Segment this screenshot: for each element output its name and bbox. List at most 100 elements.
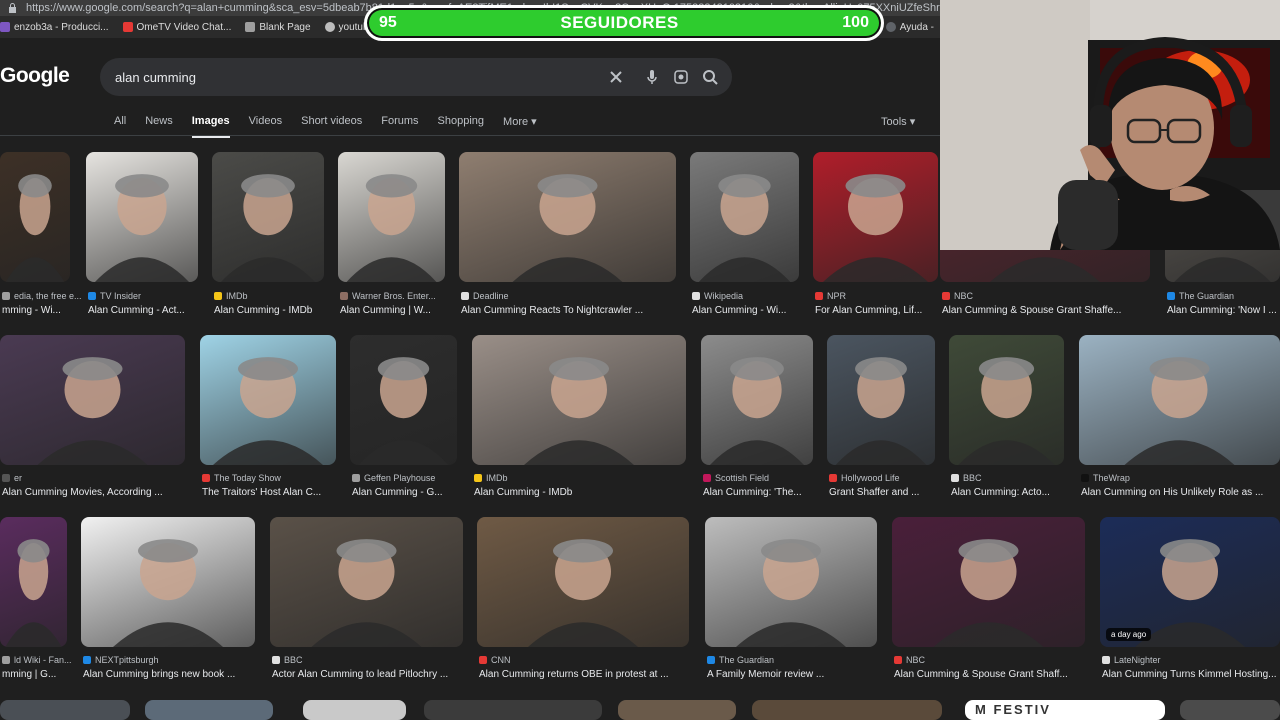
result-thumbnail[interactable] (477, 517, 689, 647)
result-thumbnail[interactable] (752, 700, 942, 720)
result-source[interactable]: Geffen Playhouse (352, 473, 435, 483)
result-source[interactable]: er (2, 473, 22, 483)
microphone-icon[interactable] (643, 68, 661, 86)
result-source-label: Scottish Field (715, 473, 770, 483)
result-title[interactable]: Alan Cumming Movies, According ... (2, 487, 201, 498)
bookmark-item[interactable]: enzob3a - Producci... (0, 22, 109, 33)
result-title[interactable]: The Traitors' Host Alan C... (202, 487, 352, 498)
result-source[interactable]: edia, the free e... (2, 291, 82, 301)
bookmark-item[interactable]: OmeTV Video Chat... (122, 22, 231, 33)
result-thumbnail[interactable] (200, 335, 336, 465)
result-source-label: BBC (963, 473, 982, 483)
result-title[interactable]: Alan Cumming: Acto... (951, 487, 1080, 498)
result-source[interactable]: LateNighter (1102, 655, 1161, 665)
result-title[interactable]: Alan Cumming on His Unlikely Role as ... (1081, 487, 1280, 498)
result-title[interactable]: Alan Cumming - Wi... (692, 305, 815, 316)
result-thumbnail[interactable] (949, 335, 1064, 465)
result-source[interactable]: NBC (894, 655, 925, 665)
result-thumbnail[interactable] (145, 700, 273, 720)
bookmark-item[interactable]: Blank Page (245, 22, 311, 33)
result-thumbnail[interactable] (701, 335, 813, 465)
result-thumbnail[interactable] (86, 152, 198, 282)
result-title[interactable]: Alan Cumming: 'Now I ... (1167, 305, 1280, 316)
lens-icon[interactable] (672, 68, 690, 86)
result-source[interactable]: Deadline (461, 291, 509, 301)
result-title[interactable]: Actor Alan Cumming to lead Pitlochry ... (272, 669, 479, 680)
result-title[interactable]: Alan Cumming Reacts To Nightcrawler ... (461, 305, 692, 316)
result-thumbnail[interactable] (618, 700, 736, 720)
result-thumbnail[interactable] (0, 152, 70, 282)
result-thumbnail[interactable] (813, 152, 938, 282)
clear-icon[interactable] (607, 68, 625, 86)
result-source[interactable]: The Guardian (707, 655, 774, 665)
result-title[interactable]: mming | G... (2, 669, 83, 680)
bookmark-item[interactable]: Ayuda - (885, 22, 934, 33)
result-title[interactable]: Alan Cumming Turns Kimmel Hosting... (1102, 669, 1280, 680)
result-source[interactable]: BBC (272, 655, 303, 665)
result-thumbnail[interactable] (212, 152, 324, 282)
followers-goal-bar: 95 SEGUIDORES 100 (364, 5, 884, 41)
result-thumbnail[interactable] (303, 700, 406, 720)
result-thumbnail[interactable] (472, 335, 686, 465)
result-source[interactable]: The Today Show (202, 473, 281, 483)
result-title[interactable]: Alan Cumming & Spouse Grant Shaffe... (942, 305, 1166, 316)
result-thumbnail[interactable]: M FESTIV (965, 700, 1165, 720)
result-source[interactable]: ld Wiki - Fan... (2, 655, 72, 665)
result-source-label: Geffen Playhouse (364, 473, 436, 483)
tools-button[interactable]: Tools ▾ (881, 115, 915, 128)
search-box[interactable] (100, 58, 732, 96)
result-source[interactable]: TV Insider (88, 291, 141, 301)
result-source[interactable]: NEXTpittsburgh (83, 655, 159, 665)
result-thumbnail[interactable] (424, 700, 602, 720)
result-title[interactable]: mming - Wi... (2, 305, 86, 316)
search-icon[interactable] (701, 68, 719, 86)
person-photo-icon (346, 174, 437, 282)
search-input[interactable] (115, 69, 595, 85)
result-title[interactable]: Alan Cumming returns OBE in protest at .… (479, 669, 705, 680)
result-title[interactable]: Alan Cumming brings new book ... (83, 669, 271, 680)
result-thumbnail[interactable] (0, 517, 67, 647)
result-thumbnail[interactable] (705, 517, 877, 647)
result-source[interactable]: Wikipedia (692, 291, 743, 301)
result-thumbnail[interactable] (0, 335, 185, 465)
caret-down-icon: ▾ (531, 116, 537, 128)
result-source[interactable]: IMDb (214, 291, 248, 301)
result-thumbnail[interactable] (690, 152, 799, 282)
result-thumbnail[interactable] (350, 335, 457, 465)
result-thumbnail[interactable] (827, 335, 935, 465)
bookmark-favicon-icon (885, 22, 896, 32)
result-source[interactable]: BBC (951, 473, 982, 483)
result-source[interactable]: CNN (479, 655, 511, 665)
result-source[interactable]: Warner Bros. Enter... (340, 291, 436, 301)
result-thumbnail[interactable] (1180, 700, 1280, 720)
result-source[interactable]: Scottish Field (703, 473, 769, 483)
result-title[interactable]: For Alan Cumming, Lif... (815, 305, 954, 316)
result-source[interactable]: IMDb (474, 473, 508, 483)
result-title[interactable]: Alan Cumming - Act... (88, 305, 214, 316)
result-thumbnail[interactable] (459, 152, 676, 282)
result-thumbnail[interactable] (338, 152, 445, 282)
google-logo[interactable]: Google (0, 64, 70, 88)
result-source[interactable]: The Guardian (1167, 291, 1234, 301)
site-favicon-icon (214, 292, 222, 300)
result-source[interactable]: Hollywood Life (829, 473, 900, 483)
result-thumbnail[interactable] (0, 700, 130, 720)
result-title[interactable]: Grant Shaffer and ... (829, 487, 951, 498)
person-photo-icon (524, 357, 634, 465)
result-title[interactable]: Alan Cumming | W... (340, 305, 461, 316)
result-source[interactable]: NBC (942, 291, 973, 301)
result-title[interactable]: Alan Cumming - G... (352, 487, 473, 498)
result-source-label: BBC (284, 655, 303, 665)
result-thumbnail[interactable] (81, 517, 255, 647)
result-title[interactable]: Alan Cumming - IMDb (214, 305, 340, 316)
result-thumbnail[interactable] (1079, 335, 1280, 465)
result-title[interactable]: A Family Memoir review ... (707, 669, 893, 680)
result-source[interactable]: NPR (815, 291, 846, 301)
result-title[interactable]: Alan Cumming & Spouse Grant Shaff... (894, 669, 1101, 680)
site-favicon-icon (829, 474, 837, 482)
result-thumbnail[interactable] (270, 517, 463, 647)
result-source[interactable]: TheWrap (1081, 473, 1130, 483)
result-title[interactable]: Alan Cumming: 'The... (703, 487, 829, 498)
result-thumbnail[interactable] (892, 517, 1085, 647)
result-title[interactable]: Alan Cumming - IMDb (474, 487, 702, 498)
